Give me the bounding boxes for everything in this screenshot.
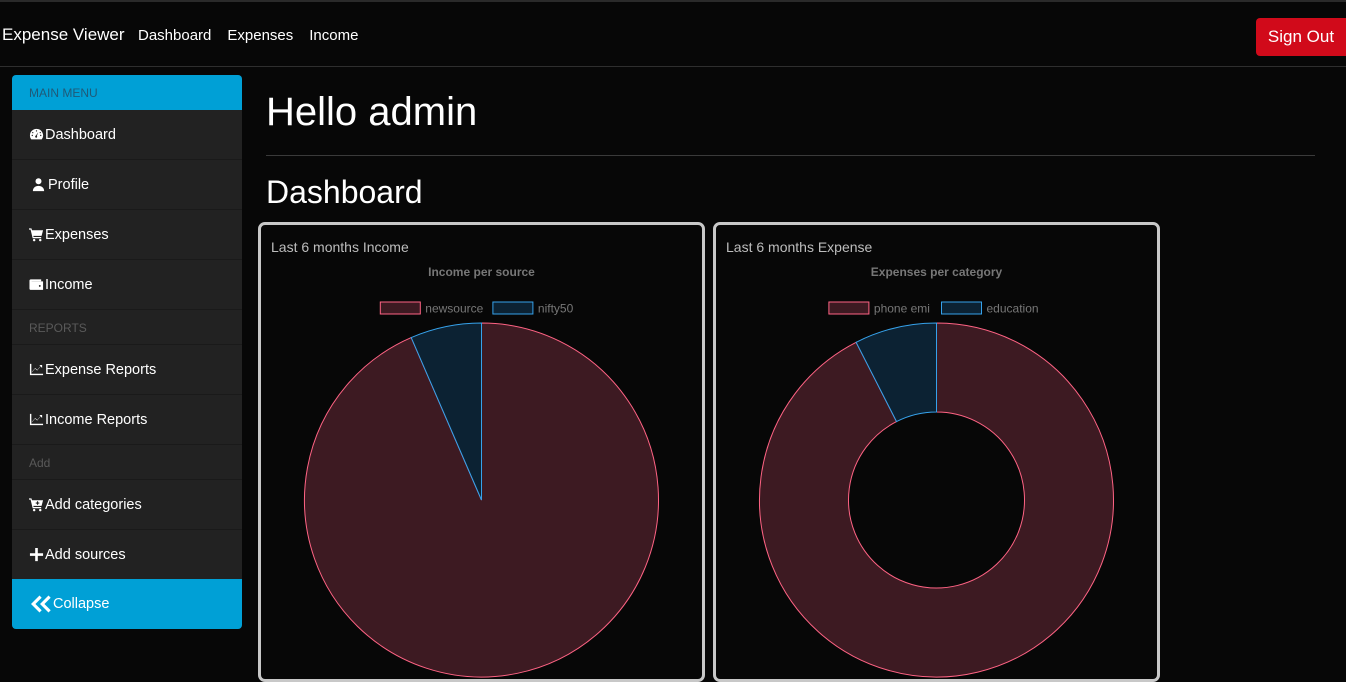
legend-label[interactable]: phone emi: [874, 302, 930, 316]
collapse-button[interactable]: Collapse: [12, 579, 242, 629]
sidebar-item-label: Profile: [48, 176, 90, 193]
sign-out-button[interactable]: Sign Out: [1256, 18, 1346, 56]
legend-swatch[interactable]: [941, 301, 982, 315]
plus-icon: [29, 547, 44, 562]
chart-svg: Expenses per category phone emi education: [759, 265, 1114, 678]
legend-label[interactable]: education: [987, 302, 1039, 316]
speedometer-icon: [29, 128, 44, 140]
sidebar-item-add-categories[interactable]: Add categories: [12, 480, 242, 530]
greeting-heading: Hello admin: [266, 90, 478, 134]
page-title: Dashboard: [266, 174, 423, 210]
sidebar-item-profile[interactable]: Profile: [12, 160, 242, 210]
sidebar-item-label: Expense Reports: [45, 361, 157, 378]
reports-header: REPORTS: [12, 310, 242, 345]
chart-line-icon: [29, 363, 44, 376]
expense-chart-card: Last 6 months Expense Expenses per categ…: [713, 222, 1160, 682]
nav-links: Dashboard Expenses Income: [138, 27, 374, 44]
sidebar-item-label: Income Reports: [45, 411, 148, 428]
divider: [266, 155, 1315, 156]
sidebar-item-dashboard[interactable]: Dashboard: [12, 110, 242, 160]
sidebar-item-label: Add sources: [45, 546, 126, 563]
double-chevron-left-icon: [31, 595, 51, 613]
sidebar: MAIN MENU Dashboard Profile Expenses Inc…: [12, 75, 242, 629]
income-chart-card: Last 6 months Income Income per source ne…: [258, 222, 705, 682]
chart-svg: Income per source newsource nifty50: [304, 265, 659, 678]
wallet-icon: [29, 279, 44, 290]
collapse-label: Collapse: [53, 596, 110, 612]
main-menu-header: MAIN MENU: [12, 75, 242, 110]
sidebar-item-label: Add categories: [45, 496, 142, 513]
user-icon: [32, 178, 45, 192]
cart-plus-icon: [29, 498, 44, 512]
legend-label[interactable]: newsource: [425, 302, 483, 316]
legend-swatch[interactable]: [379, 301, 421, 315]
nav-link-income[interactable]: Income: [309, 27, 358, 44]
brand-title[interactable]: Expense Viewer: [2, 25, 125, 45]
chart-title: Expenses per category: [871, 265, 1003, 279]
chart-line-icon: [29, 413, 44, 426]
nav-link-expenses[interactable]: Expenses: [227, 27, 293, 44]
sidebar-item-label: Income: [45, 276, 93, 293]
cart-icon: [29, 228, 44, 242]
legend-label[interactable]: nifty50: [538, 302, 574, 316]
legend-swatch[interactable]: [492, 301, 534, 315]
add-header: Add: [12, 445, 242, 480]
nav-link-dashboard[interactable]: Dashboard: [138, 27, 211, 44]
sidebar-item-expense-reports[interactable]: Expense Reports: [12, 345, 242, 395]
sidebar-item-label: Dashboard: [45, 126, 116, 143]
top-navbar: Expense Viewer Dashboard Expenses Income…: [0, 0, 1346, 67]
sidebar-item-label: Expenses: [45, 226, 109, 243]
sidebar-item-income[interactable]: Income: [12, 260, 242, 310]
sidebar-item-income-reports[interactable]: Income Reports: [12, 395, 242, 445]
chart-title: Income per source: [428, 265, 535, 279]
sidebar-item-expenses[interactable]: Expenses: [12, 210, 242, 260]
legend-swatch[interactable]: [828, 301, 870, 315]
sidebar-item-add-sources[interactable]: Add sources: [12, 530, 242, 580]
